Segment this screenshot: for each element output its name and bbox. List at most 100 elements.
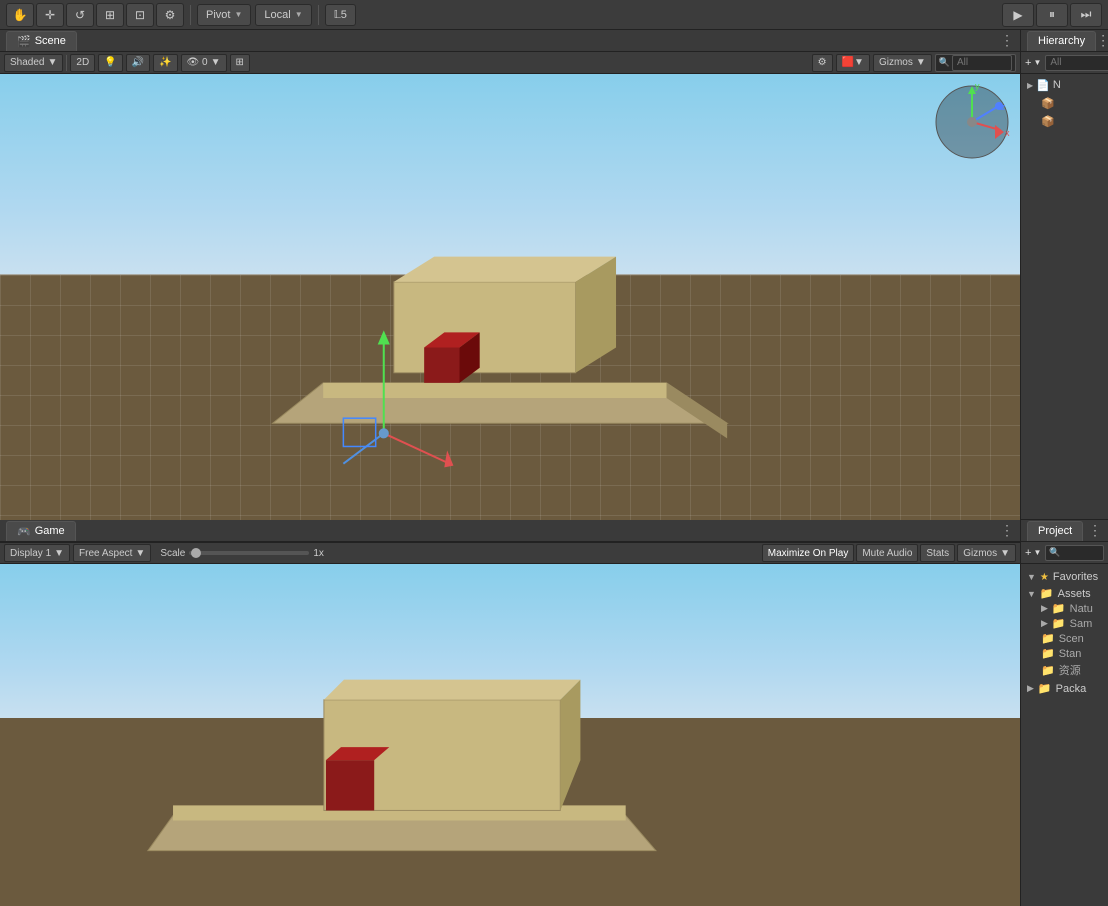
- project-tab[interactable]: Project: [1027, 521, 1083, 541]
- game-gizmos-btn[interactable]: Gizmos ▼: [957, 544, 1016, 562]
- search-icon: 🔍: [939, 57, 950, 68]
- aspect-dropdown[interactable]: Free Aspect ▼: [73, 544, 151, 562]
- subfolder-natu[interactable]: ▶ 📁 Natu: [1041, 601, 1102, 616]
- subfolder-label-1: Sam: [1070, 618, 1093, 630]
- rect-tool-btn[interactable]: ⊡: [126, 3, 154, 27]
- step-btn[interactable]: ⏭: [1070, 3, 1102, 27]
- game-background: [0, 564, 1020, 906]
- hierarchy-tab[interactable]: Hierarchy: [1027, 31, 1096, 51]
- shading-label: Shaded: [10, 57, 44, 68]
- subfolder-arrow-0: ▶: [1041, 603, 1048, 614]
- subfolder-icon-3: 📁: [1041, 647, 1055, 660]
- sep-1: [66, 55, 67, 71]
- scene-search-input[interactable]: [952, 55, 1012, 71]
- 2d-btn[interactable]: 2D: [70, 54, 95, 72]
- scene-viewport[interactable]: y z x: [0, 74, 1020, 520]
- game-tab-icon: 🎮: [17, 525, 31, 538]
- assets-folder[interactable]: ▼ 📁 Assets ▶ 📁 Natu ▶ 📁 Sam: [1027, 586, 1102, 679]
- hierarchy-panel: Hierarchy ⋮ + ▼ ▶ 📄 N 📦: [1021, 30, 1108, 520]
- hierarchy-item-2[interactable]: 📦: [1021, 112, 1108, 130]
- project-search-icon: 🔍: [1049, 547, 1060, 558]
- project-panel: Project ⋮ + ▼ 🔍 ▼ ★ F: [1021, 520, 1108, 906]
- hierarchy-item-2-icon: 📦: [1041, 115, 1055, 128]
- audio-btn[interactable]: 🔊: [126, 54, 150, 72]
- game-tab[interactable]: 🎮 Game: [6, 521, 76, 541]
- subfolder-scen[interactable]: 📁 Scen: [1041, 631, 1102, 646]
- subfolder-label-2: Scen: [1059, 633, 1084, 645]
- aspect-label: Free Aspect: [79, 548, 132, 559]
- scene-panel-more[interactable]: ⋮: [1000, 32, 1014, 49]
- maximize-on-play-btn[interactable]: Maximize On Play: [762, 544, 855, 562]
- hierarchy-panel-more[interactable]: ⋮: [1096, 32, 1108, 49]
- hierarchy-item-1-icon: 📦: [1041, 97, 1055, 110]
- occlusion-dropdown[interactable]: 👁 0 ▼: [181, 54, 227, 72]
- pause-btn[interactable]: ⏸: [1036, 3, 1068, 27]
- scene-tab-bar: 🎬 Scene ⋮: [0, 30, 1020, 52]
- project-add-arrow: ▼: [1033, 548, 1041, 557]
- 2d-label: 2D: [76, 57, 89, 68]
- pivot-arrow: ▼: [234, 10, 242, 19]
- hierarchy-item-0[interactable]: ▶ 📄 N: [1021, 76, 1108, 94]
- scale-tool-btn[interactable]: ⊞: [96, 3, 124, 27]
- local-label: Local: [264, 9, 290, 21]
- assets-subfolders: ▶ 📁 Natu ▶ 📁 Sam 📁 Scen: [1027, 601, 1102, 679]
- play-controls: ▶ ⏸ ⏭: [1002, 3, 1102, 27]
- hierarchy-toolbar: + ▼: [1021, 52, 1108, 74]
- top-toolbar: ✋ ✛ ↺ ⊞ ⊡ ⚙ Pivot ▼ Local ▼ 𝕃5 ▶ ⏸ ⏭: [0, 0, 1108, 30]
- scale-slider-thumb[interactable]: [191, 548, 201, 558]
- project-content: ▼ ★ Favorites ▼ 📁 Assets ▶ 📁: [1021, 564, 1108, 906]
- assets-arrow: ▼: [1027, 589, 1036, 599]
- hand-tool-btn[interactable]: ✋: [6, 3, 34, 27]
- scene-toolbar: Shaded ▼ 2D 💡 🔊 ✨ 👁 0 ▼ ⊞ ⚙ 🟥▼: [0, 52, 1020, 74]
- scale-slider-track[interactable]: [189, 551, 309, 555]
- effects-btn[interactable]: ✨: [153, 54, 177, 72]
- project-panel-more[interactable]: ⋮: [1088, 522, 1102, 539]
- rotate-tool-btn[interactable]: ↺: [66, 3, 94, 27]
- play-btn[interactable]: ▶: [1002, 3, 1034, 27]
- hierarchy-tab-bar: Hierarchy ⋮: [1021, 30, 1108, 52]
- hierarchy-add-btn[interactable]: + ▼: [1025, 57, 1041, 69]
- hierarchy-collapse-icon: ▶: [1027, 81, 1033, 90]
- main-area: 🎬 Scene ⋮ Shaded ▼ 2D 💡 🔊 ✨ 👁: [0, 30, 1108, 906]
- subfolder-stan[interactable]: 📁 Stan: [1041, 646, 1102, 661]
- project-tab-bar: Project ⋮: [1021, 520, 1108, 542]
- favorites-star: ★: [1040, 572, 1049, 583]
- mute-label: Mute Audio: [862, 548, 912, 559]
- pivot-btn[interactable]: Pivot ▼: [197, 4, 251, 26]
- stats-btn[interactable]: Stats: [920, 544, 955, 562]
- move-tool-btn[interactable]: ✛: [36, 3, 64, 27]
- subfolder-sam[interactable]: ▶ 📁 Sam: [1041, 616, 1102, 631]
- subfolder-icon-0: 📁: [1052, 602, 1066, 615]
- mute-audio-btn[interactable]: Mute Audio: [856, 544, 918, 562]
- subfolder-resources[interactable]: 📁 资源: [1041, 661, 1102, 679]
- favorites-folder[interactable]: ▼ ★ Favorites: [1027, 570, 1102, 584]
- hierarchy-item-1[interactable]: 📦: [1021, 94, 1108, 112]
- display-dropdown[interactable]: Display 1 ▼: [4, 544, 70, 562]
- divider-2: [318, 5, 319, 25]
- hierarchy-search-input[interactable]: [1045, 55, 1108, 71]
- project-add-btn[interactable]: + ▼: [1025, 547, 1041, 559]
- game-panel-more[interactable]: ⋮: [1000, 522, 1014, 539]
- scale-value: 1x: [313, 548, 324, 559]
- camera-btn[interactable]: ⚙: [812, 54, 833, 72]
- packages-arrow: ▶: [1027, 683, 1034, 694]
- packages-folder[interactable]: ▶ 📁 Packa: [1027, 681, 1102, 696]
- shading-dropdown[interactable]: Shaded ▼: [4, 54, 63, 72]
- scene-background: y z x: [0, 74, 1020, 520]
- render-mode-btn[interactable]: 🟥▼: [836, 54, 870, 72]
- favorites-header: ▼ ★ Favorites: [1027, 570, 1102, 584]
- transform-tool-btn[interactable]: ⚙: [156, 3, 184, 27]
- scene-tab-label: Scene: [35, 35, 66, 47]
- project-search-input[interactable]: [1063, 545, 1100, 561]
- hierarchy-content: ▶ 📄 N 📦 📦: [1021, 74, 1108, 519]
- lighting-btn[interactable]: 💡: [98, 54, 122, 72]
- layers-btn[interactable]: 𝕃5: [325, 4, 356, 26]
- grid-btn[interactable]: ⊞: [230, 54, 250, 72]
- subfolder-arrow-1: ▶: [1041, 618, 1048, 629]
- center-panels: 🎬 Scene ⋮ Shaded ▼ 2D 💡 🔊 ✨ 👁: [0, 30, 1020, 906]
- gizmos-btn[interactable]: Gizmos ▼: [873, 54, 932, 72]
- scene-tab[interactable]: 🎬 Scene: [6, 31, 77, 51]
- local-btn[interactable]: Local ▼: [255, 4, 311, 26]
- game-viewport[interactable]: [0, 564, 1020, 906]
- project-tab-label: Project: [1038, 525, 1072, 537]
